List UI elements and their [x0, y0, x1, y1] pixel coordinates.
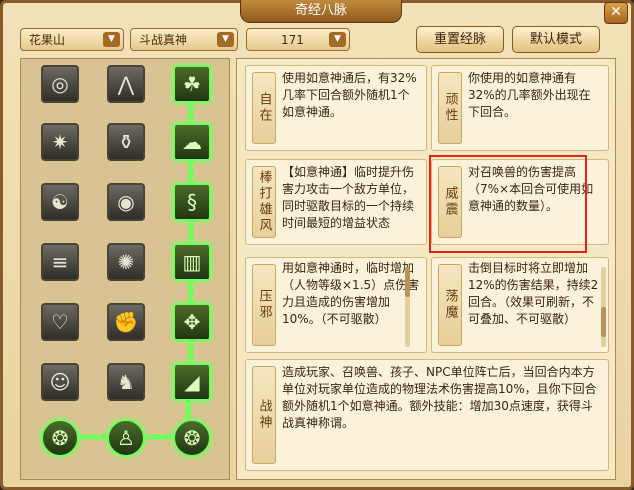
skill-name: 自在	[252, 72, 276, 144]
skill-name: 顽性	[438, 72, 462, 144]
close-button[interactable]: ✕	[604, 2, 628, 24]
points-value: 171	[281, 33, 304, 47]
skill-card[interactable]: 顽性 你使用的如意神通有32%的几率额外出现在下回合。	[431, 65, 609, 151]
chevron-down-icon: ▼	[217, 32, 234, 47]
skill-description: 【如意神通】临时提升伤害力攻击一个敌方单位，同时驱散目标的一个持续时间最短的增益…	[282, 165, 415, 230]
card-scrollbar[interactable]	[405, 267, 410, 347]
skill-list-panel: 自在 使用如意神通后，有32%几率下回合额外随机1个如意神通。 顽性 你使用的如…	[236, 58, 616, 480]
coin-icon[interactable]: ❂	[41, 419, 79, 457]
cloud-icon[interactable]: ☁	[173, 123, 211, 161]
chevron-down-icon: ▼	[329, 32, 346, 47]
window-title: 奇经八脉	[240, 0, 402, 23]
skill-name: 战神	[252, 366, 276, 464]
eye-icon[interactable]: ◉	[107, 183, 145, 221]
skill-card[interactable]: 压邪 用如意神通时，临时增加（人物等级×1.5）点伤害力且造成的伤害增加10%。…	[245, 257, 427, 353]
spiral-icon[interactable]: §	[173, 183, 211, 221]
claw-icon[interactable]: ⋀	[107, 65, 145, 103]
meridian-tree-panel: ◎ ⋀ ☘ ✷ ⚱ ☁ ☯ ◉ § ≡ ✺ ▥ ♡ ✊ ✥ ☺ ♞ ◢ ❂ ♙ ❂	[20, 58, 230, 480]
orb-icon[interactable]: ❂	[173, 419, 211, 457]
burst-icon[interactable]: ✷	[41, 123, 79, 161]
selection-highlight	[429, 155, 587, 253]
skill-description: 你使用的如意神通有32%的几率额外出现在下回合。	[468, 71, 591, 119]
skill-card[interactable]: 自在 使用如意神通后，有32%几率下回合额外随机1个如意神通。	[245, 65, 427, 151]
pillar-icon[interactable]: ▥	[173, 243, 211, 281]
default-mode-button[interactable]: 默认模式	[512, 26, 600, 53]
monkey-icon[interactable]: ☺	[41, 363, 79, 401]
chevron-down-icon: ▼	[103, 32, 120, 47]
skill-name: 荡魔	[438, 264, 462, 346]
arm-icon[interactable]: ✊	[107, 303, 145, 341]
card-scrollbar[interactable]	[601, 267, 606, 347]
mind-icon[interactable]: ☯	[41, 183, 79, 221]
skill-description: 造成玩家、召唤兽、孩子、NPC单位阵亡后，当回合内本方单位对玩家单位造成的物理法…	[282, 365, 597, 430]
skill-card[interactable]: 荡魔 击倒目标时将立即增加12%的伤害结果，持续2回合。（效果可刷新，不可叠加、…	[431, 257, 609, 353]
skill-description: 使用如意神通后，有32%几率下回合额外随机1个如意神通。	[282, 71, 417, 119]
reset-meridian-button[interactable]: 重置经脉	[416, 26, 504, 53]
stack-icon[interactable]: ≡	[41, 243, 79, 281]
skill-card[interactable]: 棒打雄风 【如意神通】临时提升伤害力攻击一个敌方单位，同时驱散目标的一个持续时间…	[245, 159, 427, 245]
beast-icon[interactable]: ✥	[173, 303, 211, 341]
school-dropdown[interactable]: 花果山 ▼	[20, 28, 124, 51]
skill-name: 压邪	[252, 264, 276, 346]
points-dropdown[interactable]: 171 ▼	[246, 28, 350, 51]
skill-description: 用如意神通时，临时增加（人物等级×1.5）点伤害力且造成的伤害增加10%。（不可…	[282, 261, 420, 326]
skill-name: 棒打雄风	[252, 166, 276, 238]
school-dropdown-value: 花果山	[29, 33, 66, 47]
swirl-icon[interactable]: ◎	[41, 65, 79, 103]
portrait-icon[interactable]: ♙	[107, 419, 145, 457]
pot-icon[interactable]: ⚱	[107, 123, 145, 161]
heart-icon[interactable]: ♡	[41, 303, 79, 341]
path-dropdown-value: 斗战真神	[139, 33, 188, 47]
skill-card[interactable]: 战神 造成玩家、召唤兽、孩子、NPC单位阵亡后，当回合内本方单位对玩家单位造成的…	[245, 359, 609, 471]
rabbit-icon[interactable]: ☘	[173, 65, 211, 103]
skill-description: 击倒目标时将立即增加12%的伤害结果，持续2回合。（效果可刷新，不可叠加、不可驱…	[468, 261, 599, 326]
pig-icon[interactable]: ♞	[107, 363, 145, 401]
curtain-icon[interactable]: ◢	[173, 363, 211, 401]
path-dropdown[interactable]: 斗战真神 ▼	[130, 28, 238, 51]
vortex-icon[interactable]: ✺	[107, 243, 145, 281]
